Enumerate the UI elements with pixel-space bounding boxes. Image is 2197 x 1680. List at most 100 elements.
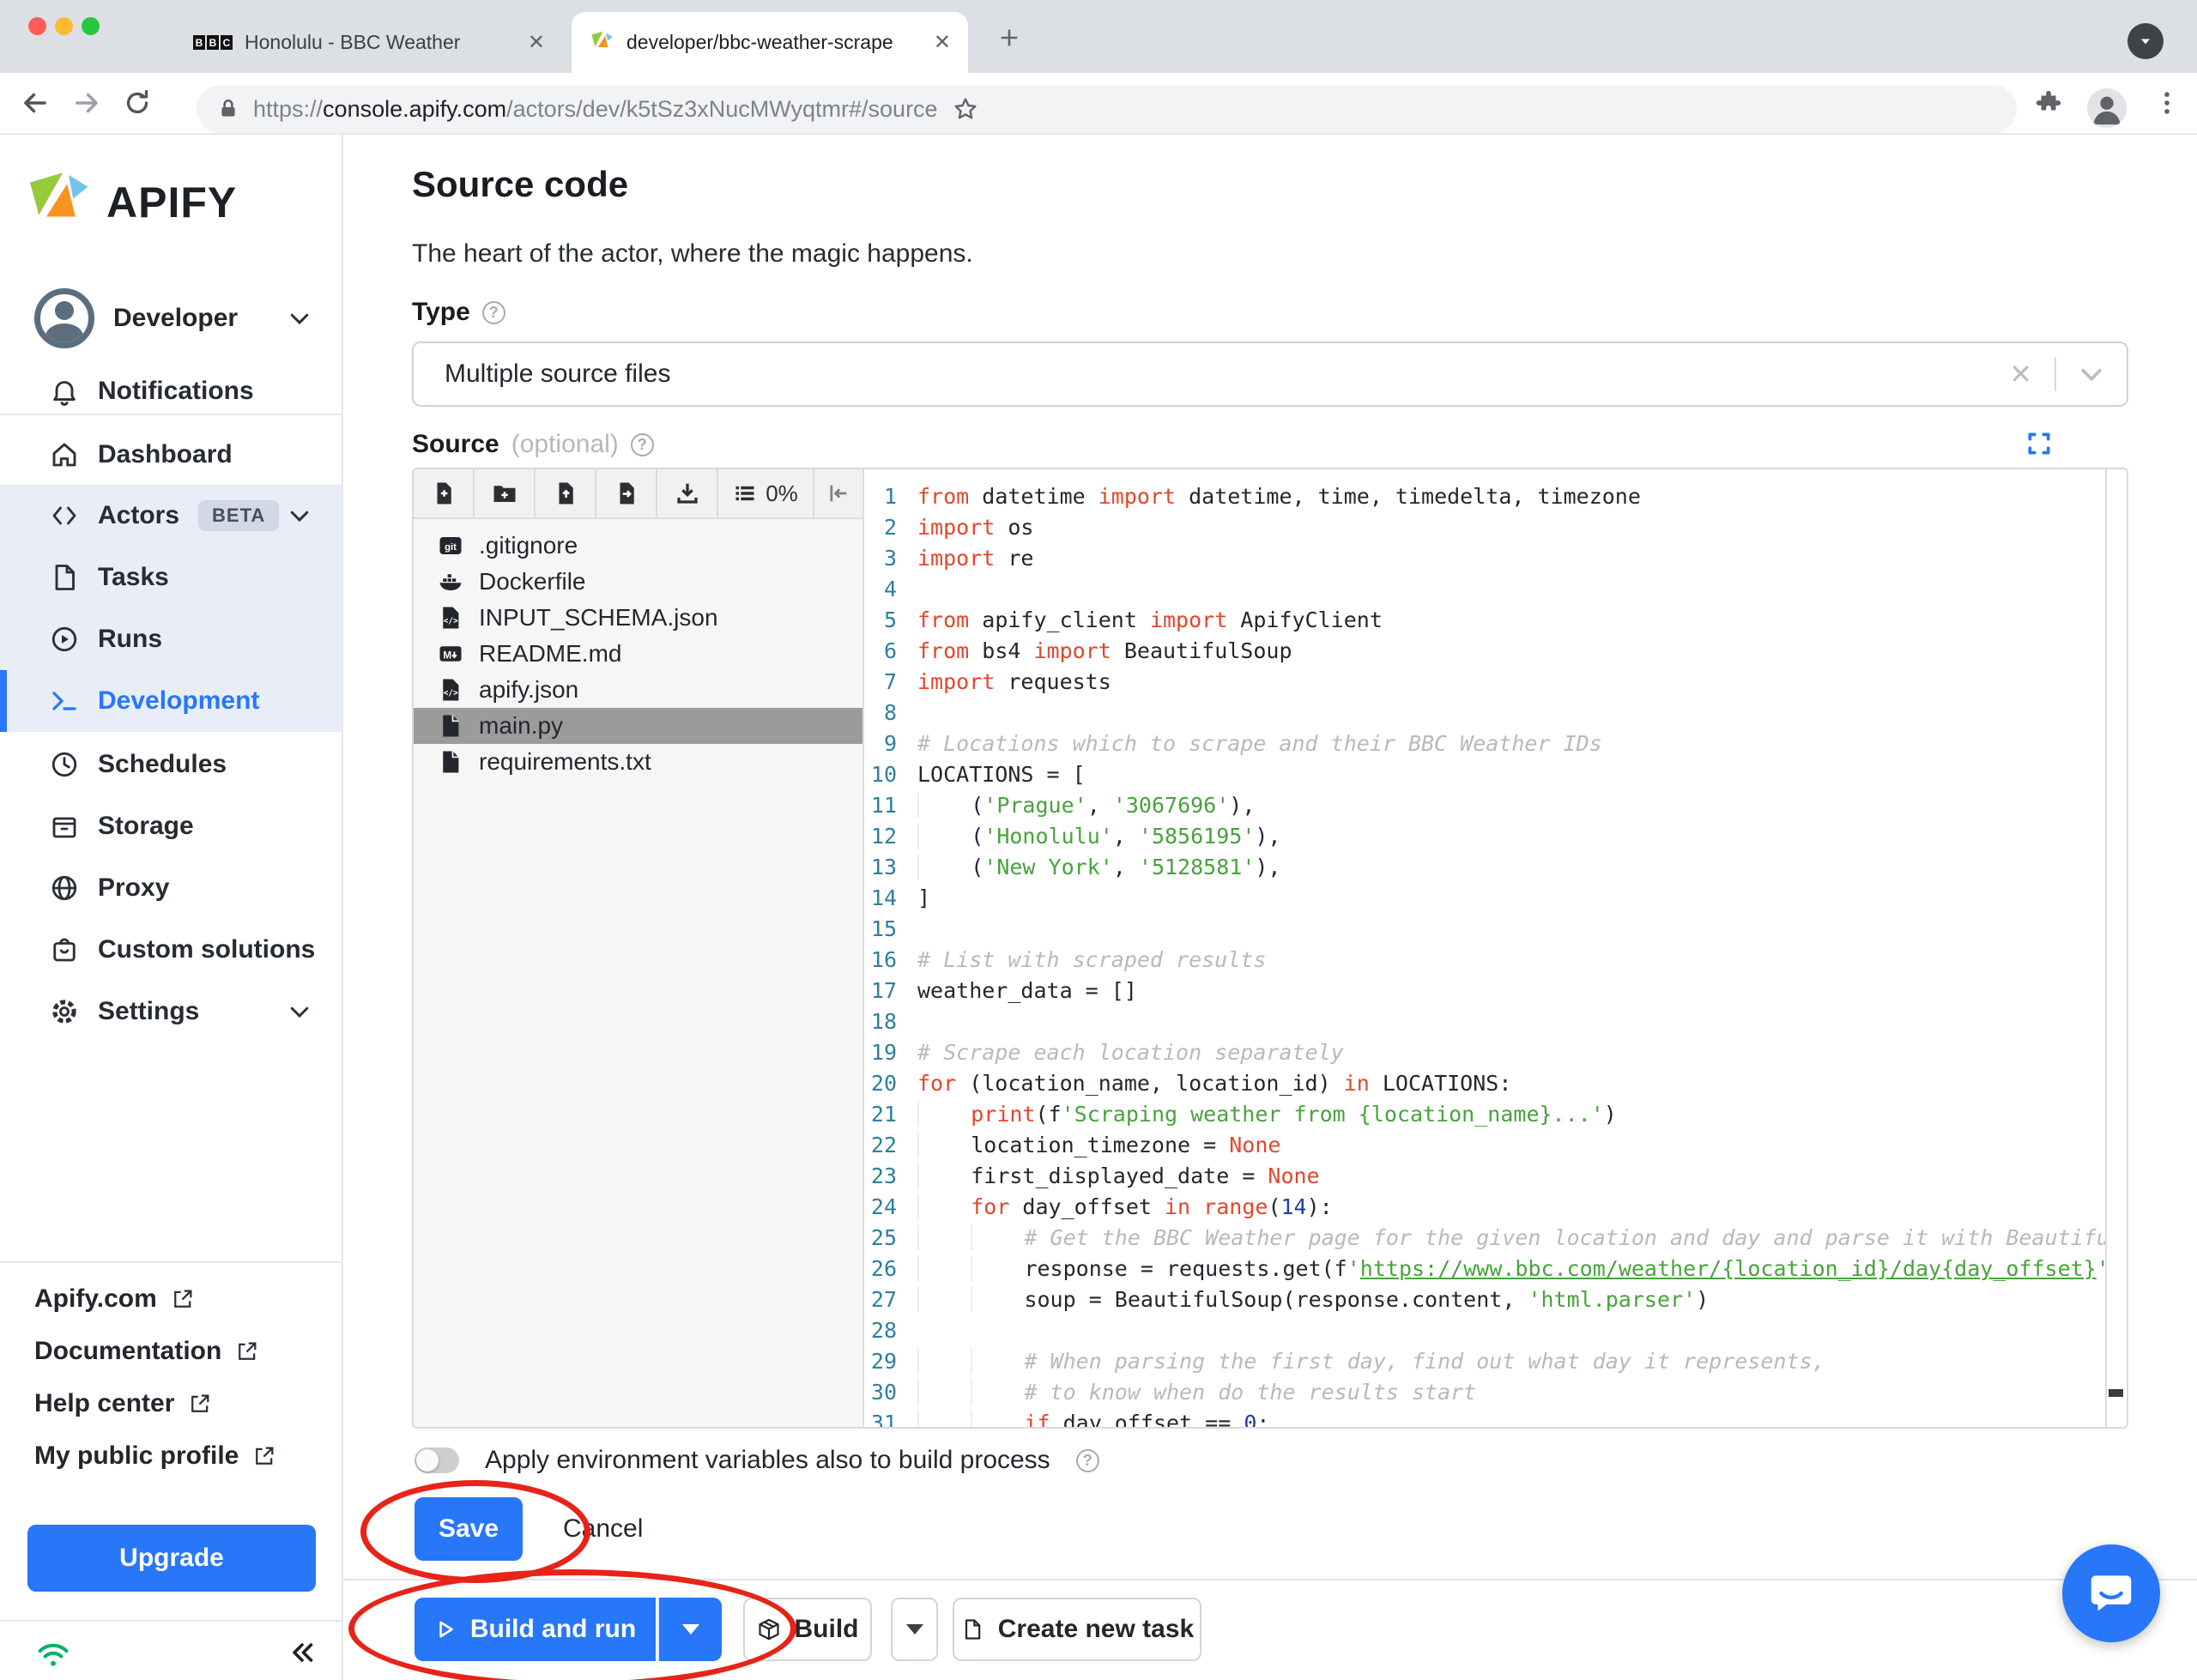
list-icon: [735, 486, 754, 501]
window-minimize-button[interactable]: [55, 17, 73, 35]
sidebar-item-settings[interactable]: Settings: [0, 981, 342, 1042]
build-dropdown[interactable]: [891, 1598, 938, 1661]
file-tree-item-apify.json[interactable]: </> apify.json: [414, 672, 862, 708]
svg-text:</>: </>: [444, 616, 458, 625]
sidebar-item-schedules[interactable]: Schedules: [0, 734, 342, 795]
sidebar-item-runs[interactable]: Runs: [0, 608, 342, 670]
link-documentation[interactable]: Documentation: [34, 1325, 259, 1378]
link-help-center[interactable]: Help center: [34, 1377, 212, 1430]
gear-icon: [52, 1000, 76, 1024]
url-bar[interactable]: https://console.apify.com/actors/dev/k5t…: [197, 85, 2017, 133]
apify-logo-text: APIFY: [106, 178, 238, 227]
new-file-button[interactable]: [414, 469, 475, 517]
help-icon[interactable]: ?: [1075, 1448, 1099, 1472]
package-icon: [758, 1618, 779, 1641]
move-file-button[interactable]: [596, 469, 657, 517]
docker-file-icon: [439, 574, 462, 590]
external-link-icon: [239, 1342, 257, 1360]
coverage-indicator: 0%: [718, 469, 813, 517]
sidebar-item-label: Custom solutions: [98, 935, 316, 964]
editor-scrollbar[interactable]: [2105, 469, 2127, 1427]
cancel-button[interactable]: Cancel: [563, 1497, 643, 1561]
new-folder-button[interactable]: [475, 469, 536, 517]
forward-icon[interactable]: [70, 87, 103, 119]
external-link-icon: [256, 1447, 274, 1465]
sidebar-item-label: Settings: [98, 997, 200, 1025]
type-select[interactable]: Multiple source files ✕: [412, 341, 2128, 407]
link-my-public-profile[interactable]: My public profile: [34, 1429, 276, 1483]
markdown-file-icon: M: [439, 646, 462, 662]
apify-logo-mark: [29, 172, 88, 217]
build-button[interactable]: Build: [743, 1598, 872, 1661]
browser-menu-kebab-icon[interactable]: [2152, 88, 2182, 118]
account-name: Developer: [113, 304, 239, 332]
chat-widget-button[interactable]: [2062, 1544, 2160, 1642]
svg-text:</>: </>: [444, 688, 458, 698]
build-and-run-label: Build and run: [469, 1615, 637, 1643]
file-tree-item-main.py[interactable]: main.py: [414, 708, 862, 744]
code-line: 20 for (location_name, location_id) in LO…: [870, 1071, 1512, 1096]
json-file-icon: </>: [443, 679, 459, 701]
file-tree-item-INPUT_SCHEMA.json[interactable]: </> INPUT_SCHEMA.json: [414, 600, 862, 636]
clear-icon[interactable]: ✕: [2009, 358, 2032, 390]
link-apify-com[interactable]: Apify.com: [34, 1272, 195, 1326]
collapse-sidebar-icon[interactable]: [287, 1637, 318, 1668]
globe-icon: [51, 875, 77, 901]
sidebar-item-proxy[interactable]: Proxy: [0, 857, 342, 919]
help-icon[interactable]: ?: [481, 300, 505, 324]
file-tree-item-Dockerfile[interactable]: Dockerfile: [414, 564, 862, 600]
fullscreen-expand-icon[interactable]: [2025, 430, 2053, 457]
back-icon[interactable]: [19, 87, 51, 119]
sidebar-item-tasks[interactable]: Tasks: [0, 547, 342, 608]
sidebar-item-storage[interactable]: Storage: [0, 795, 342, 857]
file-tree-item-requirements.txt[interactable]: requirements.txt: [414, 744, 862, 780]
code-line: 11 ('Prague', '3067696'),: [870, 793, 1256, 818]
collapse-panel-button[interactable]: [813, 469, 862, 517]
create-new-task-button[interactable]: Create new task: [953, 1598, 1201, 1661]
bookmark-star-icon[interactable]: [952, 95, 979, 123]
build-and-run-dropdown[interactable]: [657, 1598, 722, 1661]
upgrade-button[interactable]: Upgrade: [27, 1525, 316, 1592]
build-and-run-button[interactable]: Build and run: [415, 1598, 656, 1661]
tab-bbc-weather[interactable]: BBC Honolulu - BBC Weather ✕: [176, 12, 562, 73]
code-line: 22 location_timezone = None: [870, 1133, 1281, 1157]
code-line: 1 from datetime import datetime, time, ti…: [883, 484, 1641, 509]
window-close-button[interactable]: [28, 17, 46, 35]
code-line: 14]: [870, 885, 931, 910]
apify-logo[interactable]: APIFY: [24, 169, 237, 236]
file-tree-item-.gitignore[interactable]: git .gitignore: [414, 528, 862, 564]
sidebar-divider: [0, 414, 342, 415]
tab-apify-console[interactable]: developer/bbc-weather-scrape ✕: [572, 12, 968, 73]
code-line: 23 first_displayed_date = None: [870, 1163, 1320, 1188]
env-variables-toggle[interactable]: [415, 1447, 459, 1473]
save-button[interactable]: Save: [415, 1497, 523, 1561]
account-menu[interactable]: Developer: [0, 287, 342, 349]
download-button[interactable]: [657, 469, 718, 517]
lock-icon: [221, 99, 235, 117]
svg-text:M: M: [443, 650, 451, 662]
source-code-editor[interactable]: 0% git .gitignore Dockerfile </> INPUT_SCHEM…: [412, 468, 2128, 1429]
svg-text:C: C: [223, 37, 231, 49]
sidebar-item-dashboard[interactable]: Dashboard: [0, 424, 342, 486]
browser-profile-avatar[interactable]: [2087, 88, 2127, 128]
code-line: 10 LOCATIONS = [: [870, 762, 1086, 787]
upload-file-button[interactable]: [536, 469, 596, 517]
sidebar-bottom-bar: [0, 1620, 342, 1680]
window-zoom-button[interactable]: [82, 17, 100, 35]
sidebar-item-development[interactable]: Development: [0, 670, 342, 732]
tab-search-button[interactable]: [2127, 23, 2164, 59]
tab-close-icon[interactable]: ✕: [528, 30, 545, 55]
code-pane[interactable]: 1 from datetime import datetime, time, ti…: [866, 469, 2109, 1427]
chevron-down-icon[interactable]: [2077, 360, 2106, 389]
extensions-puzzle-icon[interactable]: [2034, 88, 2063, 118]
sidebar-item-label: Storage: [98, 812, 194, 840]
file-tree-item-README.md[interactable]: M README.md: [414, 636, 862, 672]
scrollbar-thumb[interactable]: [2109, 1389, 2123, 1397]
tab-close-icon[interactable]: ✕: [934, 30, 951, 55]
code-line: 4: [883, 577, 897, 601]
help-icon[interactable]: ?: [630, 432, 654, 456]
reload-icon[interactable]: [122, 88, 153, 118]
new-tab-button[interactable]: [997, 26, 1021, 50]
sidebar-item-actors[interactable]: Actors BETA: [0, 485, 342, 547]
sidebar-item-custom-solutions[interactable]: Custom solutions: [0, 919, 342, 981]
